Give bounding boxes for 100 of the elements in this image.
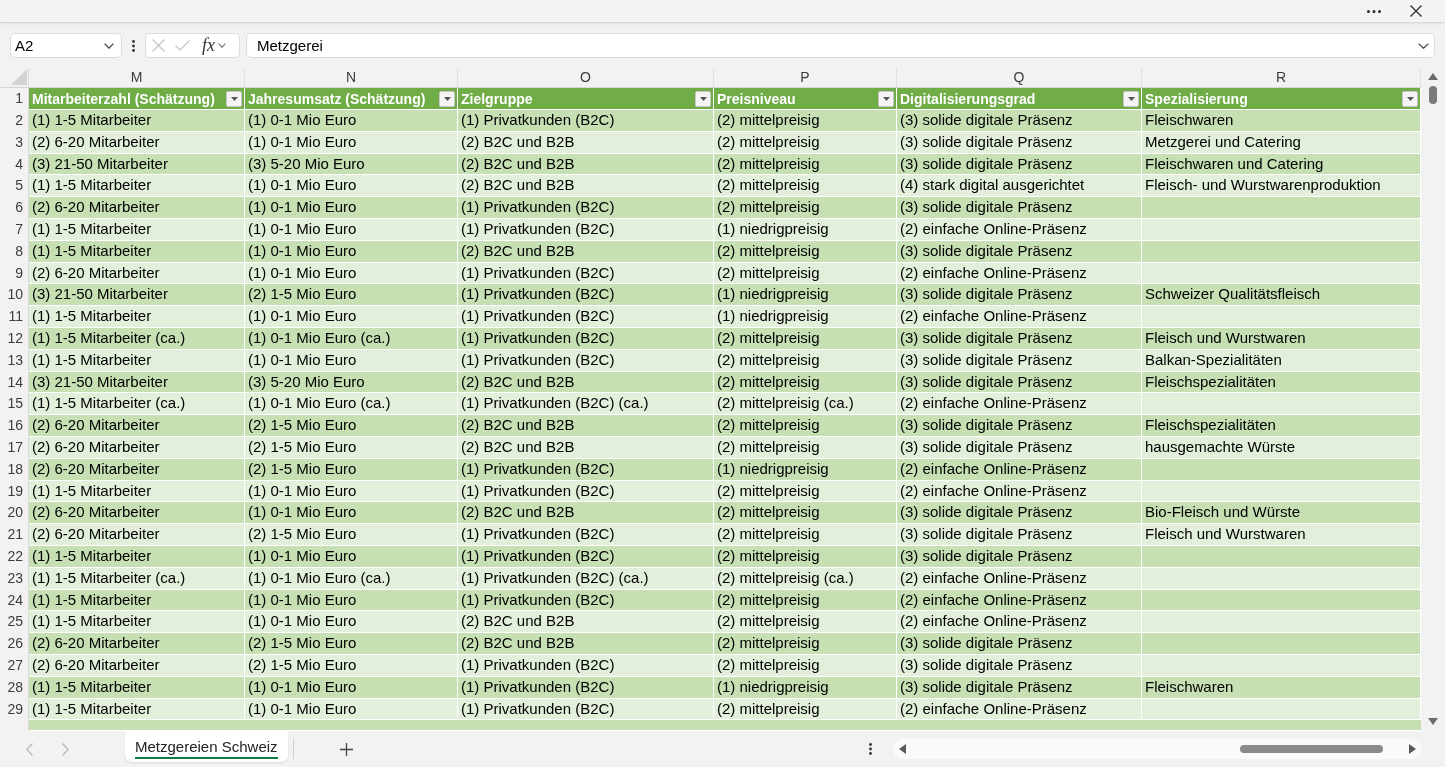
table-cell: (1) Privatkunden (B2C) [458,219,714,240]
column-header[interactable]: R [1142,68,1421,87]
table-cell: (2) mittelpreisig [714,502,897,524]
table-cell: (1) 1-5 Mitarbeiter [29,611,245,633]
table-cell: (3) 21-50 Mitarbeiter [29,153,245,175]
table-cell: (1) niedrigpreisig [714,284,897,306]
table-cell: (1) Privatkunden (B2C) [458,458,714,480]
filter-button[interactable] [1402,90,1418,107]
table-cell: Fleischwaren [1142,676,1421,698]
table-cell: (1) Privatkunden (B2C) [458,327,714,349]
table-cell: (1) 0-1 Mio Euro [245,589,458,611]
filter-button[interactable] [878,90,894,107]
column-heading: Spezialisierung [1145,90,1248,107]
table-cell: (3) solide digitale Präsenz [897,131,1142,153]
table-cell: (1) Privatkunden (B2C) [458,698,714,720]
table-cell: (1) Privatkunden (B2C) [458,306,714,327]
vertical-dots-icon[interactable] [132,39,135,52]
more-icon[interactable] [1367,9,1381,13]
vertical-dots-icon[interactable] [869,743,872,755]
up-triangle-icon[interactable] [1428,73,1438,80]
table-cell: (3) solide digitale Präsenz [897,436,1142,458]
table-cell: (2) mittelpreisig [714,153,897,175]
name-box[interactable]: A2 [10,33,122,58]
scrollbar-thumb[interactable] [1429,86,1437,104]
table-cell: (3) solide digitale Präsenz [897,349,1142,371]
plus-icon[interactable] [339,742,353,756]
sheet-tab[interactable]: Metzgereien Schweiz [125,731,288,762]
table-cell: (3) solide digitale Präsenz [897,633,1142,654]
table-cell: (1) 0-1 Mio Euro [245,175,458,197]
table-cell: (2) 1-5 Mio Euro [245,524,458,545]
chevron-down-icon[interactable] [104,42,114,49]
table-cell: (1) Privatkunden (B2C) [458,676,714,698]
table-cell: (1) 0-1 Mio Euro [245,698,458,720]
table-cell: (1) 1-5 Mitarbeiter [29,349,245,371]
right-triangle-icon[interactable] [1409,744,1416,754]
table-cell: (2) B2C und B2B [458,153,714,175]
left-triangle-icon[interactable] [899,744,906,754]
table-cell: (2) mittelpreisig [714,589,897,611]
table-cell: (1) 1-5 Mitarbeiter [29,110,245,131]
filter-button[interactable] [695,90,711,107]
table-cell: (3) solide digitale Präsenz [897,240,1142,262]
table-cell: (1) Privatkunden (B2C) [458,545,714,567]
table-cell: (1) 0-1 Mio Euro (ca.) [245,327,458,349]
table-cell: (1) niedrigpreisig [714,306,897,327]
close-icon[interactable] [1410,5,1422,17]
table-cell: (3) solide digitale Präsenz [897,284,1142,306]
table-cell: (2) mittelpreisig [714,110,897,131]
table-cell: (2) mittelpreisig [714,349,897,371]
table-cell: (3) solide digitale Präsenz [897,197,1142,218]
table-cell: (2) B2C und B2B [458,502,714,524]
formula-field[interactable]: Metzgerei [246,33,1435,58]
table-cell: (1) 1-5 Mitarbeiter [29,589,245,611]
column-header[interactable]: N [245,68,458,87]
table-cell: (1) Privatkunden (B2C) (ca.) [458,567,714,589]
table-cell: (1) Privatkunden (B2C) (ca.) [458,393,714,415]
filter-button[interactable] [439,90,455,107]
column-header[interactable]: M [29,68,245,87]
table-cell: Fleischspezialitäten [1142,415,1421,436]
down-triangle-icon[interactable] [1428,718,1438,725]
table-cell: (2) mittelpreisig [714,436,897,458]
table-cell: (2) 6-20 Mitarbeiter [29,436,245,458]
table-cell: (2) mittelpreisig [714,240,897,262]
table-cell: (2) 1-5 Mio Euro [245,654,458,676]
table-cell: (3) 21-50 Mitarbeiter [29,371,245,393]
table-cell: hausgemachte Würste [1142,436,1421,458]
table-cell: (3) solide digitale Präsenz [897,327,1142,349]
chevron-down-icon[interactable] [1418,42,1429,49]
table-cell: (1) 0-1 Mio Euro [245,110,458,131]
insert-function-button[interactable]: fx [200,35,228,56]
filter-button[interactable] [226,90,242,107]
scrollbar-thumb[interactable] [1240,745,1383,753]
table-cell: (2) B2C und B2B [458,436,714,458]
table-cell: (2) mittelpreisig [714,654,897,676]
table-cell: (3) solide digitale Präsenz [897,676,1142,698]
table-cell: (2) 6-20 Mitarbeiter [29,262,245,284]
caret-down-icon [1406,96,1414,101]
column-header[interactable]: O [458,68,714,87]
column-heading: Preisniveau [717,90,796,107]
table-cell: (3) solide digitale Präsenz [897,524,1142,545]
table-cell: (1) Privatkunden (B2C) [458,589,714,611]
table-cell: (1) 0-1 Mio Euro [245,219,458,240]
table-cell: (1) 0-1 Mio Euro [245,240,458,262]
column-heading: Jahresumsatz (Schätzung) [248,90,426,107]
table-cell: (1) 0-1 Mio Euro [245,676,458,698]
table-cell: (1) Privatkunden (B2C) [458,197,714,218]
column-header[interactable]: P [714,68,897,87]
column-header[interactable]: Q [897,68,1142,87]
filter-button[interactable] [1123,90,1139,107]
table-cell: (1) niedrigpreisig [714,458,897,480]
table-cell: (2) einfache Online-Präsenz [897,306,1142,327]
table-cell: (2) einfache Online-Präsenz [897,458,1142,480]
table-cell: (2) mittelpreisig [714,371,897,393]
table-cell: (2) mittelpreisig [714,611,897,633]
table-cell: (1) 1-5 Mitarbeiter (ca.) [29,393,245,415]
table-cell: (2) 1-5 Mio Euro [245,284,458,306]
table-cell: (2) mittelpreisig [714,327,897,349]
table-cell: Fleischwaren [1142,110,1421,131]
table-cell: (3) solide digitale Präsenz [897,654,1142,676]
table-cell: (3) 21-50 Mitarbeiter [29,284,245,306]
table-cell: (1) 1-5 Mitarbeiter [29,676,245,698]
